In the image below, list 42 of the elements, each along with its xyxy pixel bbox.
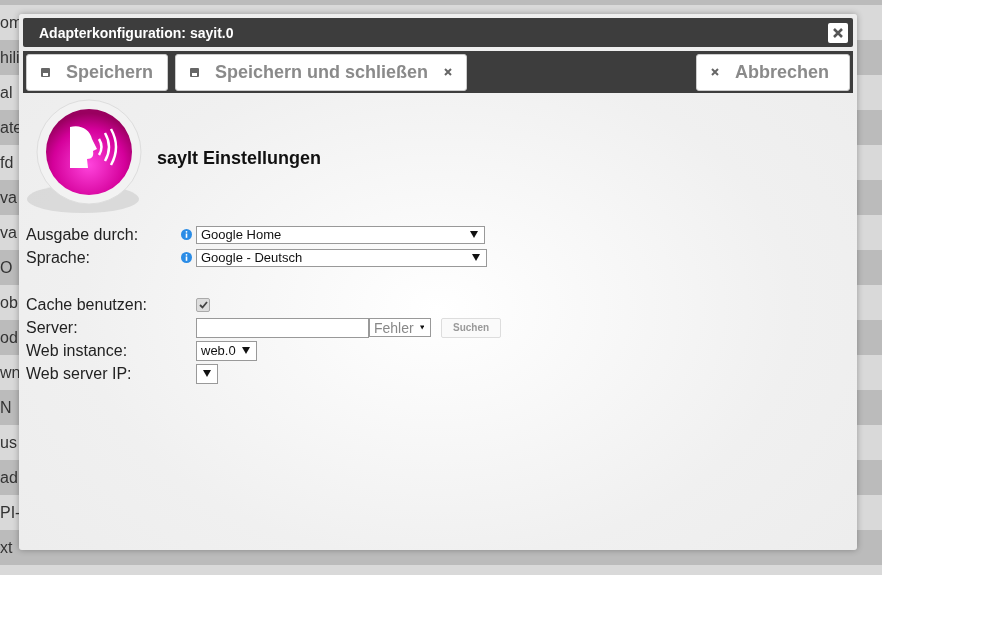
close-button[interactable] — [828, 22, 848, 43]
field-label: Server: — [26, 318, 79, 337]
field-label: Web instance: — [26, 341, 129, 360]
list-item[interactable]: xt — [0, 538, 13, 557]
dropdown-arrow-icon — [419, 324, 424, 331]
field-label: Sprache: — [26, 248, 92, 267]
field-label: Ausgabe durch: — [26, 225, 140, 244]
field-label: Cache benutzen: — [26, 295, 148, 314]
dropdown-arrow-icon — [470, 231, 478, 238]
status-dropdown[interactable]: Fehler — [369, 318, 431, 337]
list-item[interactable]: ad — [0, 468, 18, 487]
dropdown-arrow-icon — [203, 370, 211, 377]
dropdown[interactable] — [196, 363, 218, 384]
list-item[interactable]: od — [0, 328, 18, 347]
list-item[interactable]: PI- — [0, 503, 21, 522]
list-item[interactable]: hili — [0, 48, 20, 67]
close-icon — [833, 27, 843, 38]
close-icon — [710, 68, 719, 76]
list-item[interactable]: O — [0, 258, 13, 277]
list-item[interactable]: wn — [0, 363, 21, 382]
dropdown[interactable]: Google Home — [196, 225, 485, 244]
dialog-title: Adapterkonfiguration: sayit.0 — [39, 24, 234, 41]
list-item[interactable]: us — [0, 433, 17, 452]
dropdown[interactable]: Google - Deutsch — [196, 248, 487, 267]
checkbox[interactable] — [196, 297, 210, 312]
settings-heading: sayIt Einstellungen — [157, 147, 322, 169]
list-item[interactable]: fd — [0, 153, 14, 172]
close-icon — [444, 68, 453, 76]
server-input-field[interactable] — [196, 317, 369, 338]
save-icon — [190, 67, 200, 77]
dropdown-arrow-icon — [472, 254, 480, 261]
field-label: Web server IP: — [26, 364, 133, 383]
dropdown[interactable]: web.0 — [196, 340, 257, 361]
save-icon — [41, 67, 50, 77]
list-item[interactable]: ob — [0, 293, 18, 312]
list-item[interactable]: N — [0, 398, 12, 417]
list-item[interactable]: va — [0, 188, 17, 207]
list-item[interactable]: al — [0, 83, 13, 102]
info-icon[interactable] — [181, 229, 192, 240]
info-icon[interactable] — [181, 252, 192, 263]
dropdown-arrow-icon — [241, 347, 250, 354]
list-item[interactable]: va — [0, 223, 17, 242]
